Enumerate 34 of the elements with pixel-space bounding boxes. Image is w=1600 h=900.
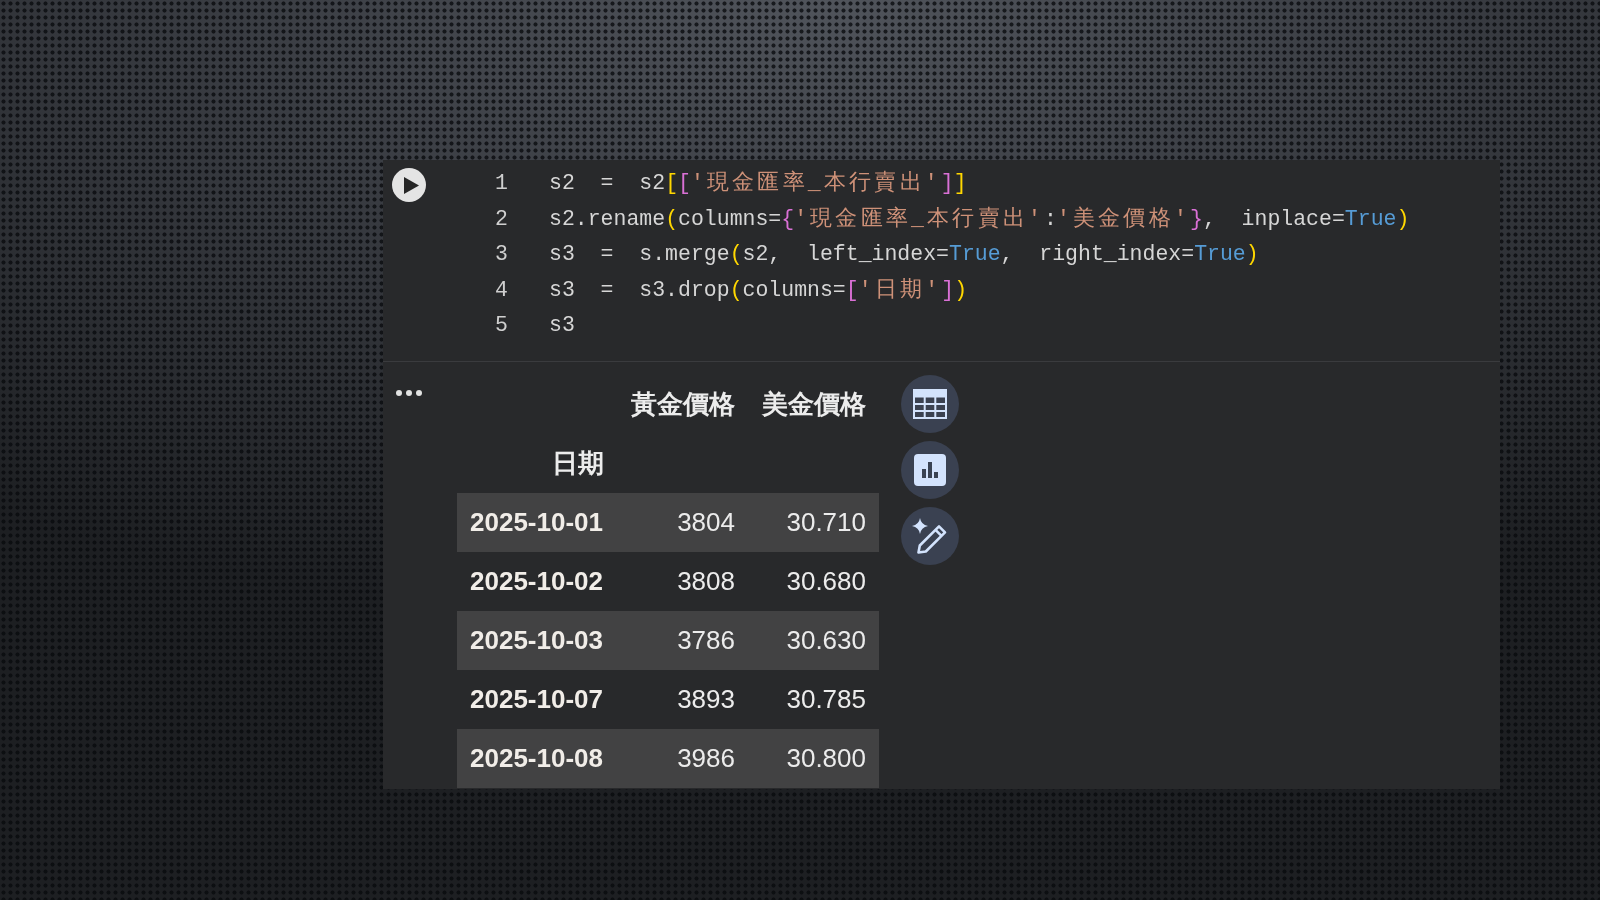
line-number: 4 [494, 276, 508, 304]
line-number: 3 [494, 241, 508, 268]
table-icon [913, 389, 947, 419]
more-options-icon[interactable] [396, 390, 422, 396]
run-button[interactable] [392, 168, 426, 202]
column-header: 黃金價格 [630, 388, 736, 421]
row-index-cell: 2025-10-07 [457, 670, 617, 729]
code-line: s3 = s.merge(s2, left_index=True, right_index=True) [549, 241, 1259, 268]
bar-chart-icon [914, 454, 946, 486]
code-line: s3 [549, 312, 575, 339]
table-cell: 30.800 [748, 729, 879, 788]
row-index-cell: 2025-10-03 [457, 611, 617, 670]
table-cell: 30.680 [748, 552, 879, 611]
table-cell: 30.710 [748, 493, 879, 552]
code-line: s2 = s2[['現金匯率_本行賣出']] [549, 169, 967, 197]
table-cell: 3808 [617, 552, 748, 611]
play-icon [403, 176, 419, 194]
row-index-cell: 2025-10-02 [457, 552, 617, 611]
table-cell: 30.785 [748, 670, 879, 729]
line-number: 2 [494, 205, 508, 233]
row-index-cell: 2025-10-08 [457, 729, 617, 788]
index-name-header: 日期 [457, 434, 617, 493]
table-cell: 3804 [617, 493, 748, 552]
code-line: s2.rename(columns={'現金匯率_本行賣出':'美金價格'}, inplace=True) [549, 205, 1410, 233]
sparkle-pencil-icon [912, 518, 948, 554]
code-line: s3 = s3.drop(columns=['日期']) [549, 276, 968, 304]
line-number: 5 [494, 312, 508, 339]
column-header: 美金價格 [761, 388, 867, 421]
table-cell: 3786 [617, 611, 748, 670]
table-cell: 30.630 [748, 611, 879, 670]
row-index-cell: 2025-10-01 [457, 493, 617, 552]
table-cell: 3986 [617, 729, 748, 788]
table-cell: 3893 [617, 670, 748, 729]
line-number: 1 [494, 170, 508, 197]
